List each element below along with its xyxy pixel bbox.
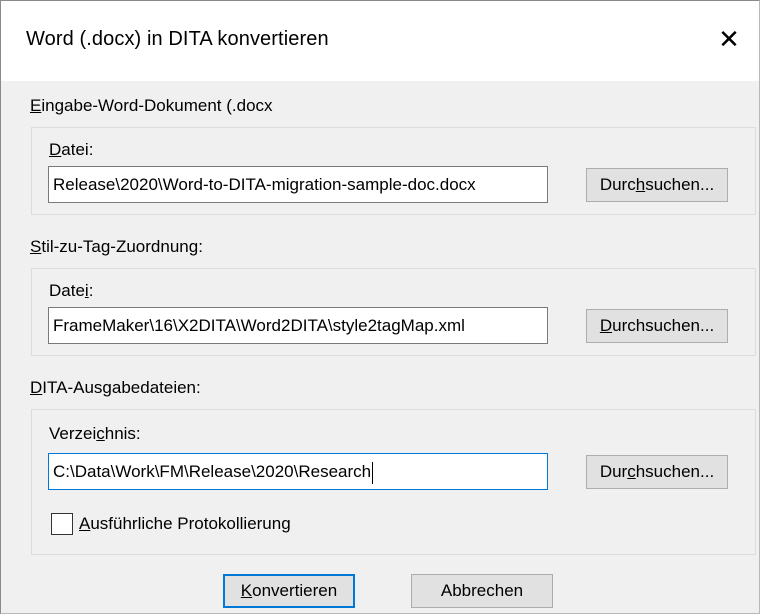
mapping-section-label: Stil-zu-Tag-Zuordnung: (30, 237, 203, 256)
verbose-logging-option[interactable]: Ausführliche Protokollierung (51, 513, 291, 535)
mapping-browse-button[interactable]: Durchsuchen... (586, 309, 728, 343)
mapping-file-field[interactable]: FrameMaker\16\X2DITA\Word2DITA\style2tag… (48, 307, 548, 344)
input-browse-button[interactable]: Durc h suchen... (586, 168, 728, 202)
convert-button[interactable]: Konvertieren (223, 574, 355, 608)
close-icon[interactable]: ✕ (711, 21, 747, 57)
output-section-label: DITA-Ausgabedateien: (30, 378, 201, 397)
convert-dialog: Word (.docx) in DITA konvertieren ✕ Eing… (0, 0, 760, 614)
dialog-title: Word (.docx) in DITA konvertieren (26, 28, 329, 50)
output-directory-field[interactable]: C:\Data\Work\FM\Release\2020\Research (48, 453, 548, 490)
text-caret (372, 461, 374, 484)
mapping-file-label: Datei: (49, 281, 94, 300)
input-file-field[interactable]: Release\2020\Word-to-DITA-migration-samp… (48, 166, 548, 203)
output-directory-label: Verzeichnis: (49, 424, 141, 443)
input-section-label: Eingabe-Word-Dokument (.docx (30, 96, 273, 115)
output-browse-button[interactable]: Dur c hsuchen... (586, 455, 728, 489)
input-file-label: Datei: (49, 140, 94, 159)
mapping-group: Datei: FrameMaker\16\X2DITA\Word2DITA\st… (31, 268, 756, 356)
verbose-logging-checkbox[interactable] (51, 513, 73, 535)
cancel-button[interactable]: Abbrechen (411, 574, 553, 608)
input-group: Datei: Release\2020\Word-to-DITA-migrati… (31, 127, 756, 215)
verbose-logging-label: Ausführliche Protokollierung (79, 514, 291, 533)
title-bar: Word (.docx) in DITA konvertieren ✕ (1, 1, 759, 81)
